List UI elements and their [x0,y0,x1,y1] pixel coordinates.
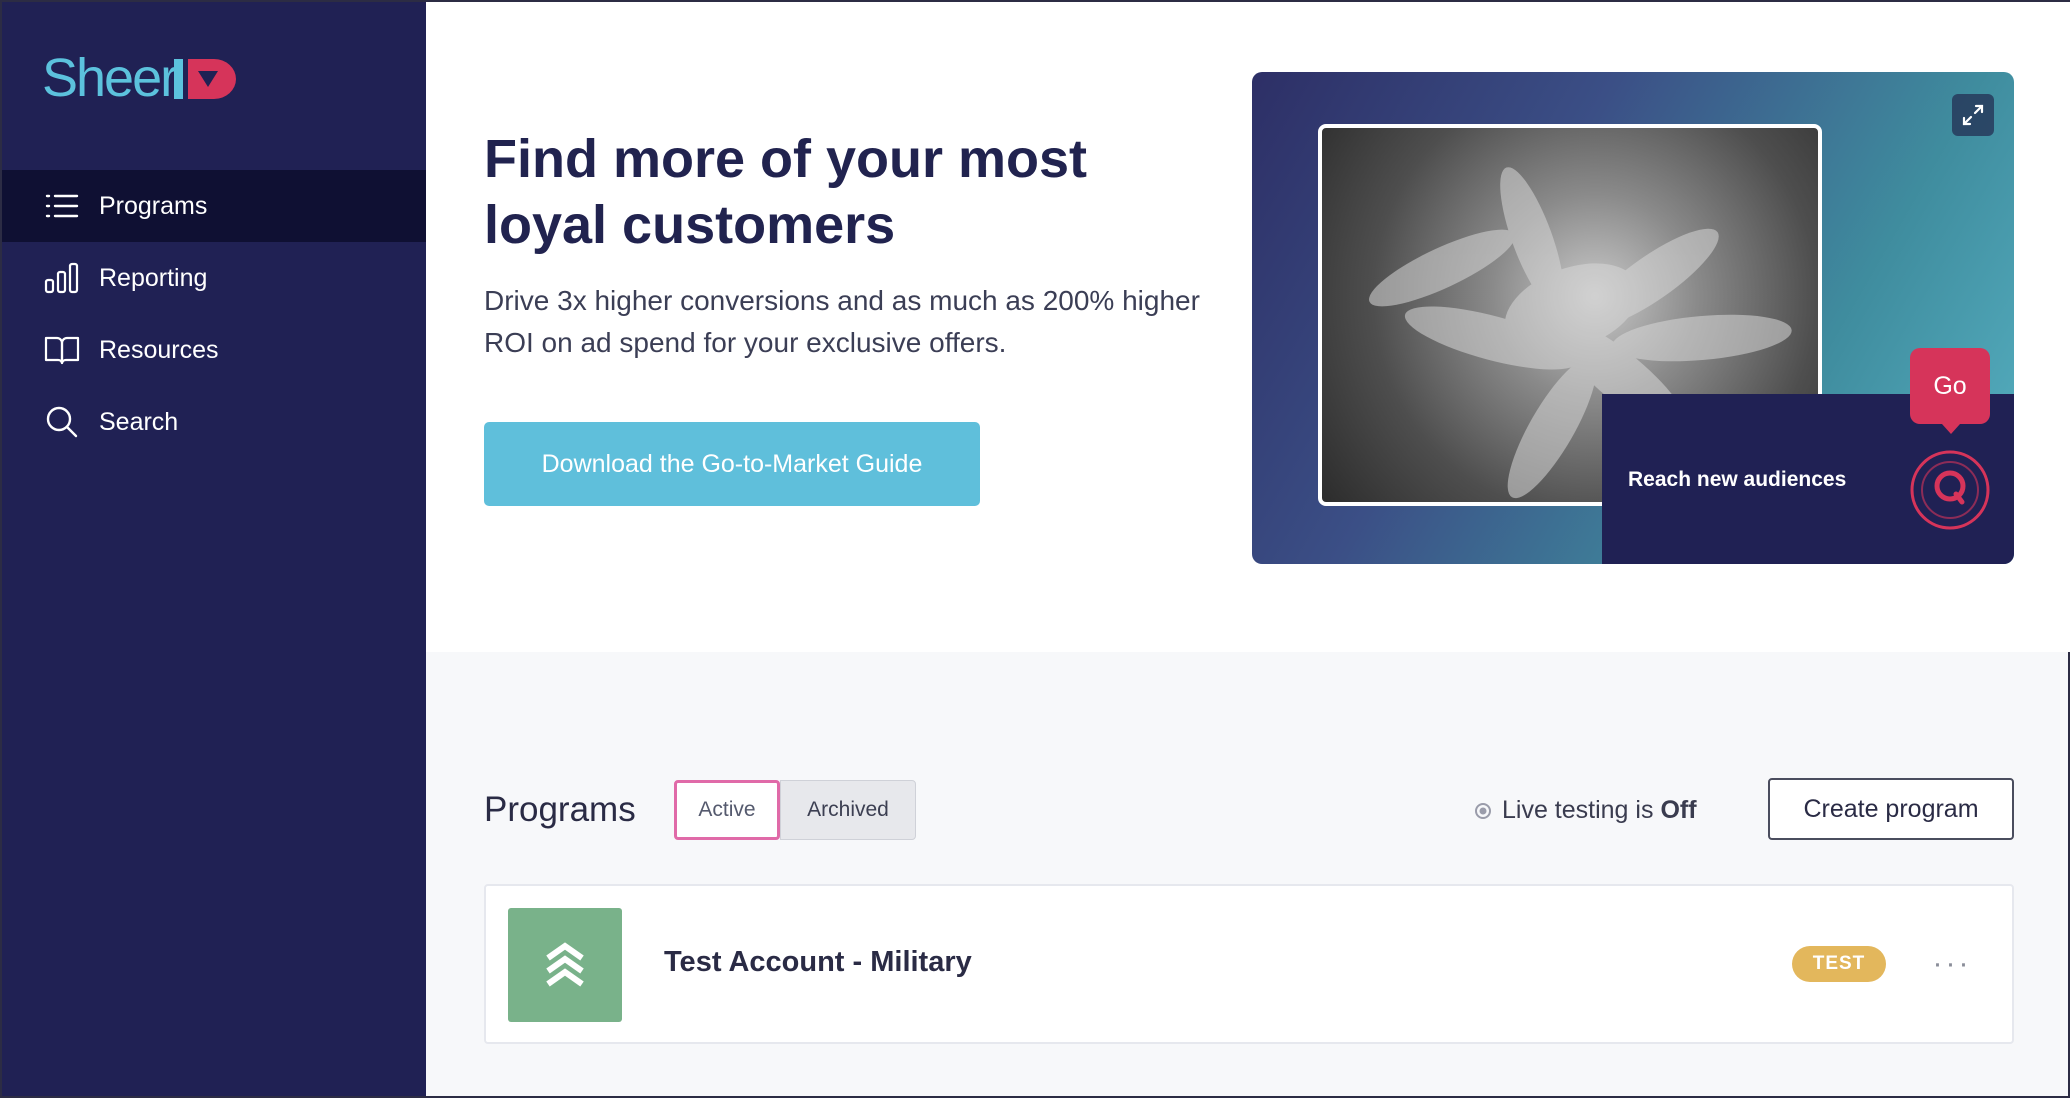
sidebar-item-resources[interactable]: Resources [2,314,426,386]
sidebar-item-programs[interactable]: Programs [2,170,426,242]
go-bubble: Go [1910,348,1990,434]
logo-text: Sheer [42,48,178,108]
search-icon [44,404,80,440]
tab-active[interactable]: Active [674,780,780,840]
bar-chart-icon [44,260,80,296]
sidebar-item-reporting[interactable]: Reporting [2,242,426,314]
sidebar-item-label: Resources [99,335,219,364]
sidebar: Sheer Programs Reporting Resources Searc… [2,2,426,1096]
programs-header: Programs Active Archived Live testing is… [484,778,2014,842]
program-name[interactable]: Test Account - Military [664,946,972,979]
logo-mark-icon [174,59,237,99]
go-label: Go [1933,371,1967,400]
program-row[interactable]: Test Account - Military TEST ··· [484,884,2014,1044]
book-icon [44,332,80,368]
hero-media-video[interactable]: Reach new audiences Go [1252,72,2014,564]
hero-subtitle: Drive 3x higher conversions and as much … [484,285,1200,358]
list-icon [44,188,80,224]
download-guide-button[interactable]: Download the Go-to-Market Guide [484,422,980,506]
expand-icon [1962,104,1984,126]
live-status-icon [1475,802,1491,819]
test-badge: TEST [1792,946,1886,982]
play-ring-icon [1910,450,1990,530]
military-chevron-icon [508,908,622,1022]
sidebar-item-label: Search [99,407,179,436]
media-caption: Reach new audiences [1628,468,1847,491]
more-options-button[interactable]: ··· [1922,942,1982,986]
live-testing-status[interactable]: Live testing is Off [1474,796,1697,825]
sidebar-item-search[interactable]: Search [2,386,426,458]
sidebar-item-label: Reporting [99,263,208,292]
sheerid-logo[interactable]: Sheer [42,50,246,106]
live-testing-label: Live testing is [1502,796,1654,824]
sidebar-nav: Programs Reporting Resources Search [2,170,426,458]
live-testing-state: Off [1660,796,1697,824]
tab-archived[interactable]: Archived [780,780,916,840]
hero-title: Find more of your most loyal customers [484,129,1088,255]
hero-section: Find more of your most loyal customers D… [426,2,2070,652]
programs-title: Programs [484,790,636,829]
expand-button[interactable] [1952,94,1994,136]
create-program-button[interactable]: Create program [1768,778,2014,840]
sidebar-item-label: Programs [99,191,208,220]
